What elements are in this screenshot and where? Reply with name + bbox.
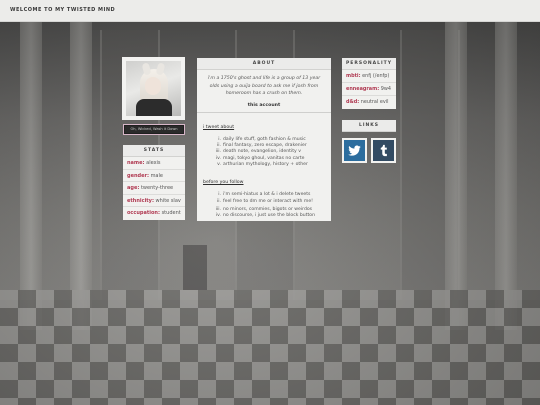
this-account-heading: this account bbox=[247, 102, 281, 108]
personality-value: enfj (/enfp) bbox=[362, 73, 390, 79]
name-tag: Oh, Wicked, Wash it Down bbox=[123, 124, 185, 135]
tweet-about-list: i. daily life stuff, goth fashion & music… bbox=[211, 137, 325, 168]
about-intro: i'm a 1750's ghost and life is a group o… bbox=[207, 76, 321, 97]
stats-row-name: name: alexis bbox=[123, 157, 185, 170]
stats-value: twenty-three bbox=[140, 185, 174, 191]
avatar-image bbox=[126, 61, 181, 116]
top-bar: WELCOME TO MY TWISTED MIND bbox=[0, 0, 540, 22]
about-heading: ABOUT bbox=[197, 58, 331, 70]
stats-row-gender: gender: male bbox=[123, 170, 185, 182]
tumblr-icon bbox=[380, 144, 387, 157]
stats-label: ethnicity: bbox=[127, 197, 154, 204]
twitter-icon bbox=[348, 145, 361, 156]
personality-label: d&d: bbox=[346, 99, 360, 105]
list-item: ii. feel free to dm me or interact with m… bbox=[216, 198, 314, 204]
personality-row-dnd: d&d: neutral evil bbox=[342, 96, 396, 109]
links-panel: LINKS bbox=[342, 120, 396, 132]
stats-panel: STATS name: alexis gender: male age: twe… bbox=[123, 145, 185, 220]
name-tag-text: Oh, Wicked, Wash it Down bbox=[125, 126, 183, 133]
before-you-follow-link[interactable]: before you follow bbox=[203, 180, 244, 185]
links-heading: LINKS bbox=[342, 120, 396, 132]
about-panel: ABOUT i'm a 1750's ghost and life is a g… bbox=[197, 58, 331, 221]
stats-value: male bbox=[150, 172, 163, 179]
stats-label: occupation: bbox=[127, 210, 160, 216]
personality-row-enneagram: enneagram: 9w4 bbox=[342, 83, 396, 96]
stats-value: student bbox=[161, 210, 181, 216]
personality-heading: PERSONALITY bbox=[342, 58, 396, 70]
personality-row-mbti: mbti: enfj (/enfp) bbox=[342, 70, 396, 83]
list-item: iv. no discourse, i just use the block bu… bbox=[215, 213, 316, 219]
stats-label: name: bbox=[127, 160, 145, 166]
stats-row-age: age: twenty-three bbox=[123, 182, 185, 195]
list-item: v. arthurian mythology, history + other bbox=[217, 161, 308, 167]
stats-label: age: bbox=[127, 185, 140, 191]
stats-row-occupation: occupation: student bbox=[123, 207, 185, 220]
site-title[interactable]: WELCOME TO MY TWISTED MIND bbox=[10, 7, 115, 13]
link-icons bbox=[342, 138, 396, 164]
stats-heading: STATS bbox=[123, 145, 185, 157]
divider bbox=[197, 111, 331, 113]
personality-value: neutral evil bbox=[360, 99, 389, 105]
personality-panel: PERSONALITY mbti: enfj (/enfp) enneagram… bbox=[342, 58, 396, 109]
before-follow-list: i. i'm semi-hiatus a lot & i delete tweet… bbox=[211, 192, 325, 205]
personality-value: 9w4 bbox=[380, 86, 391, 92]
tumblr-link[interactable] bbox=[371, 138, 396, 163]
personality-label: mbti: bbox=[346, 73, 361, 79]
twitter-link[interactable] bbox=[342, 138, 367, 163]
avatar bbox=[122, 57, 185, 120]
stats-value: white slav bbox=[155, 197, 181, 204]
stats-label: gender: bbox=[127, 172, 149, 179]
stats-row-ethnicity: ethnicity: white slav bbox=[123, 195, 185, 207]
stats-value: alexis bbox=[146, 160, 161, 166]
before-follow-list-rules: iii. no minors, commies, bigots or weirdo… bbox=[211, 207, 325, 220]
tweet-about-link[interactable]: i tweet about bbox=[203, 125, 234, 130]
personality-label: enneagram: bbox=[346, 86, 380, 92]
